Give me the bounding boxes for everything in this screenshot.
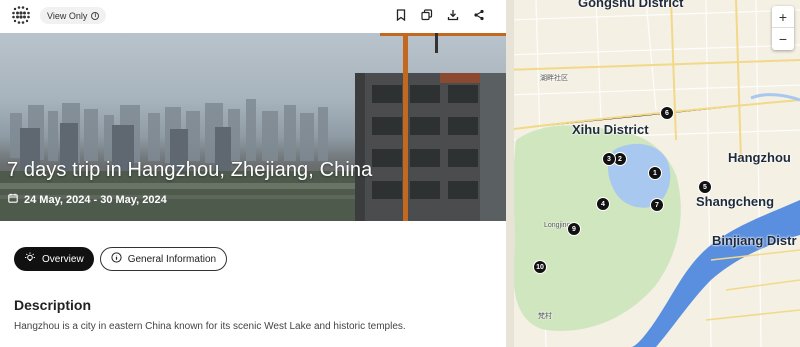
zoom-controls: + − (772, 6, 794, 50)
trip-dates-text: 24 May, 2024 - 30 May, 2024 (24, 193, 167, 206)
info-icon[interactable]: i (91, 11, 100, 20)
trip-title: 7 days trip in Hangzhou, Zhejiang, China (7, 159, 373, 181)
view-only-label: View Only (47, 10, 88, 21)
zoom-in-button[interactable]: + (772, 6, 794, 28)
map-label-binjiang: Binjiang Distr (712, 233, 797, 248)
map-view[interactable]: + − Gongshu District Xihu District Hangz… (506, 0, 800, 347)
map-marker-3[interactable]: 3 (602, 152, 616, 166)
map-label-xihu: Xihu District (572, 122, 649, 137)
tab-overview[interactable]: Overview (14, 247, 94, 271)
copy-icon[interactable] (420, 8, 434, 22)
description-text: Hangzhou is a city in eastern China know… (14, 321, 406, 332)
tab-bar: Overview General Information (14, 247, 228, 271)
map-marker-1[interactable]: 1 (648, 166, 662, 180)
lightbulb-icon (24, 252, 36, 267)
hero-image: 7 days trip in Hangzhou, Zhejiang, China… (0, 33, 506, 221)
description-heading: Description (14, 297, 92, 313)
map-label-hangzhou: Hangzhou (728, 150, 791, 165)
tab-general-information-label: General Information (127, 253, 217, 265)
map-label-fancun: 梵村 (538, 313, 552, 320)
tab-overview-label: Overview (42, 253, 84, 265)
zoom-out-button[interactable]: − (772, 28, 794, 50)
calendar-icon (8, 193, 18, 206)
map-label-gongshu: Gongshu District (578, 0, 684, 10)
map-marker-9[interactable]: 9 (567, 222, 581, 236)
bookmark-icon[interactable] (394, 8, 408, 22)
view-only-badge: View Only i (40, 7, 107, 24)
map-label-hupan: 湖畔社区 (540, 75, 568, 82)
info-circle-icon (111, 252, 122, 266)
map-marker-6[interactable]: 6 (660, 106, 674, 120)
app-logo-icon[interactable] (11, 5, 31, 25)
map-marker-10[interactable]: 10 (533, 260, 547, 274)
download-icon[interactable] (446, 8, 460, 22)
map-marker-7[interactable]: 7 (650, 198, 664, 212)
trip-panel: View Only i 7 days trip in Hangzhou, Zhe… (0, 0, 506, 347)
trip-dates: 24 May, 2024 - 30 May, 2024 (8, 193, 167, 206)
map-marker-5[interactable]: 5 (698, 180, 712, 194)
top-bar: View Only i (0, 0, 506, 33)
share-icon[interactable] (472, 8, 486, 22)
tab-general-information[interactable]: General Information (99, 247, 228, 271)
map-marker-4[interactable]: 4 (596, 197, 610, 211)
map-label-shangcheng: Shangcheng (696, 194, 775, 209)
